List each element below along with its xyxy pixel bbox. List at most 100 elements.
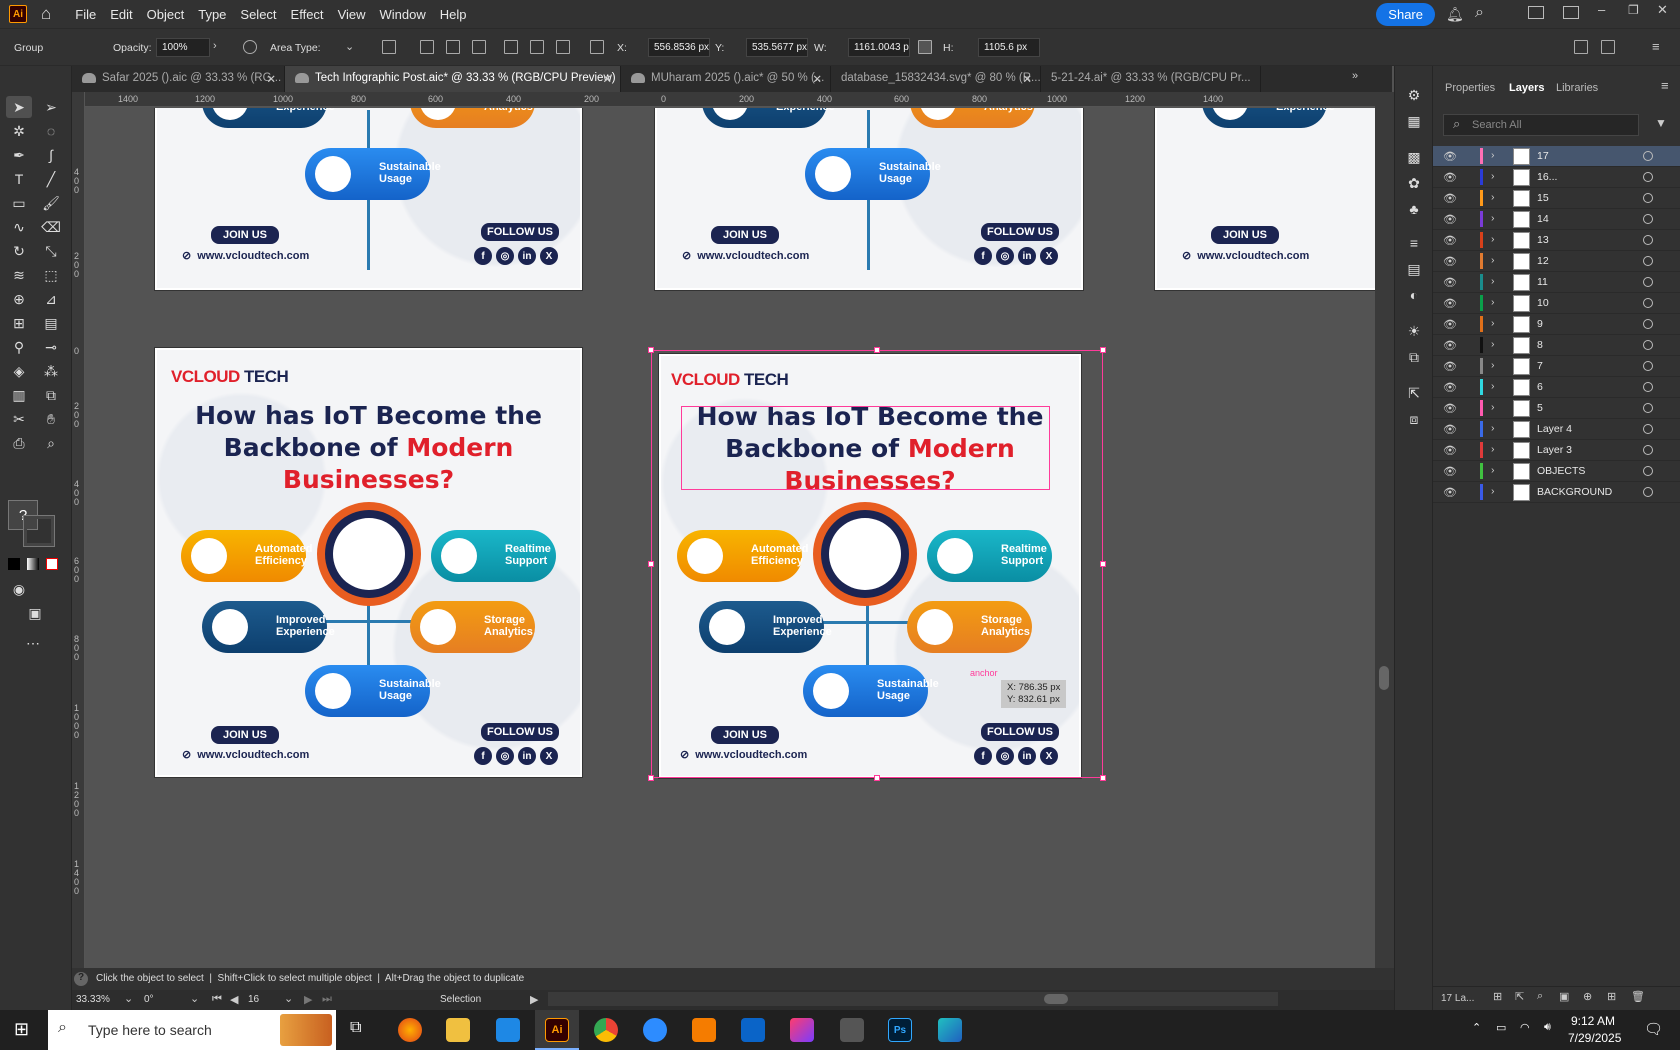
menu-object[interactable]: Object — [147, 7, 185, 22]
chevron-down-icon[interactable]: ⌄ — [190, 992, 199, 1005]
artboard-number[interactable]: 16 — [248, 994, 259, 1005]
previous-artboard-icon[interactable]: ◀ — [230, 993, 238, 1006]
slice-tool-icon[interactable]: ✂ — [6, 408, 32, 430]
volume-icon[interactable]: 🔊︎ — [1544, 1021, 1551, 1034]
hand-tool-icon[interactable]: ✋︎ — [38, 408, 64, 430]
rotate-tool-icon[interactable]: ↻ — [6, 240, 32, 262]
expand-chevron-icon[interactable]: › — [1491, 401, 1495, 413]
layer-target-icon[interactable] — [1643, 256, 1653, 266]
warp-tool-icon[interactable]: ≋ — [6, 264, 32, 286]
layer-target-icon[interactable] — [1643, 424, 1653, 434]
more-tabs-icon[interactable]: » — [1352, 70, 1358, 82]
symbols-panel-icon[interactable]: ♣ — [1401, 198, 1427, 220]
visibility-eye-icon[interactable]: 👁︎ — [1443, 171, 1457, 184]
wifi-icon[interactable]: ◠ — [1520, 1021, 1530, 1034]
layer-row[interactable]: 👁︎ › 15 — [1433, 188, 1680, 209]
next-artboard-icon[interactable]: ▶ — [304, 993, 312, 1006]
curvature-tool-icon[interactable]: ∫ — [38, 144, 64, 166]
close-tab-icon[interactable]: ✕ — [602, 72, 612, 86]
arrange-documents-icon[interactable] — [1528, 6, 1544, 19]
home-icon[interactable]: ⌂ — [41, 4, 51, 24]
eyedropper-tool-icon[interactable]: ⚲ — [6, 336, 32, 358]
reference-point-icon[interactable] — [590, 40, 604, 54]
menu-view[interactable]: View — [338, 7, 366, 22]
pen-app-icon[interactable] — [840, 1018, 864, 1042]
menu-help[interactable]: Help — [440, 7, 467, 22]
zoom-tool-icon[interactable]: ⌕ — [38, 432, 64, 454]
tab-safar-2025[interactable]: Safar 2025 ().aic @ 33.33 % (RG... ✕ — [72, 66, 285, 92]
layer-row[interactable]: 👁︎ › OBJECTS — [1433, 461, 1680, 482]
expand-chevron-icon[interactable]: › — [1491, 443, 1495, 455]
first-artboard-icon[interactable]: ⏮ — [212, 993, 222, 1006]
menu-edit[interactable]: Edit — [110, 7, 132, 22]
artboard[interactable]: Improved Experience JOIN US www.vcloudte… — [1155, 108, 1375, 290]
align-middle-icon[interactable] — [530, 40, 544, 54]
photoshop-icon[interactable]: Ps — [888, 1018, 912, 1042]
expand-chevron-icon[interactable]: › — [1491, 485, 1495, 497]
expand-chevron-icon[interactable]: › — [1491, 380, 1495, 392]
expand-chevron-icon[interactable]: › — [1491, 464, 1495, 476]
visibility-eye-icon[interactable]: 👁︎ — [1443, 150, 1457, 163]
artboard-tool-icon[interactable]: ⧉ — [38, 384, 64, 406]
lasso-tool-icon[interactable]: ◌ — [38, 120, 64, 142]
gradient-tool-icon[interactable]: ▤ — [38, 312, 64, 334]
app-icon[interactable] — [938, 1018, 962, 1042]
scale-tool-icon[interactable]: ⤡ — [38, 240, 64, 262]
panel-options-icon[interactable] — [1601, 40, 1615, 54]
text-frame-bounding-box[interactable] — [681, 406, 1050, 490]
tab-muharam-2025[interactable]: MUharam 2025 ().aic* @ 50 % (... ✕ — [621, 66, 831, 92]
clock-date[interactable]: 7/29/2025 — [1568, 1031, 1621, 1045]
clipping-mask-icon[interactable]: ▣ — [1559, 990, 1569, 1003]
brushes-panel-icon[interactable]: ✿ — [1401, 172, 1427, 194]
layer-row[interactable]: 👁︎ › 16... — [1433, 167, 1680, 188]
search-icon[interactable]: ⌕ — [1475, 4, 1484, 22]
resize-handle[interactable] — [1100, 561, 1106, 567]
selection-tool-icon[interactable]: ➤ — [6, 96, 32, 118]
visibility-eye-icon[interactable]: 👁︎ — [1443, 381, 1457, 394]
expand-chevron-icon[interactable]: › — [1491, 254, 1495, 266]
pen-tool-icon[interactable]: ✒ — [6, 144, 32, 166]
new-layer-icon[interactable]: ⊞ — [1607, 990, 1616, 1003]
align-left-icon[interactable] — [420, 40, 434, 54]
layer-target-icon[interactable] — [1643, 382, 1653, 392]
layer-target-icon[interactable] — [1643, 466, 1653, 476]
layer-target-icon[interactable] — [1643, 487, 1653, 497]
chevron-down-icon[interactable]: ⌄ — [345, 40, 354, 53]
layer-target-icon[interactable] — [1643, 172, 1653, 182]
creative-cloud-icon[interactable] — [790, 1018, 814, 1042]
stroke-panel-icon[interactable]: ≡ — [1401, 232, 1427, 254]
align-top-icon[interactable] — [504, 40, 518, 54]
visibility-eye-icon[interactable]: 👁︎ — [1443, 465, 1457, 478]
expand-chevron-icon[interactable]: › — [1491, 170, 1495, 182]
magic-wand-tool-icon[interactable]: ✲ — [6, 120, 32, 142]
expand-chevron-icon[interactable]: › — [1491, 275, 1495, 287]
artboard[interactable]: Improved Experience Storage Analytics Su… — [655, 108, 1083, 290]
workspace-icon[interactable] — [1563, 6, 1579, 19]
expand-chevron-icon[interactable]: › — [1491, 212, 1495, 224]
delete-layer-icon[interactable]: 🗑︎ — [1631, 990, 1645, 1003]
artboards-panel-icon[interactable]: ⧈ — [1401, 408, 1427, 430]
menu-icon[interactable]: ≡ — [1652, 39, 1660, 54]
visibility-eye-icon[interactable]: 👁︎ — [1443, 339, 1457, 352]
task-view-icon[interactable]: ⧉ — [350, 1019, 361, 1037]
expand-chevron-icon[interactable]: › — [1491, 191, 1495, 203]
expand-chevron-icon[interactable]: › — [1491, 359, 1495, 371]
width-field[interactable]: 1161.0043 p — [848, 38, 910, 57]
zoom-level[interactable]: 33.33% — [76, 994, 110, 1005]
filter-icon[interactable]: ▼ — [1655, 116, 1667, 130]
swatches-panel-icon[interactable]: ▩ — [1401, 146, 1427, 168]
artboard[interactable]: VCLOUD TECH How has IoT Become the Backb… — [155, 348, 582, 777]
recolor-icon[interactable] — [243, 40, 257, 54]
expand-chevron-icon[interactable]: › — [1491, 149, 1495, 161]
share-button[interactable]: Share — [1376, 3, 1435, 26]
expand-chevron-icon[interactable]: › — [1491, 422, 1495, 434]
eraser-tool-icon[interactable]: ⌫ — [38, 216, 64, 238]
tab-libraries[interactable]: Libraries — [1556, 82, 1598, 94]
layer-row[interactable]: 👁︎ › 14 — [1433, 209, 1680, 230]
layer-row[interactable]: 👁︎ › BACKGROUND — [1433, 482, 1680, 503]
height-field[interactable]: 1105.6 px — [978, 38, 1040, 57]
layer-row[interactable]: 👁︎ › 5 — [1433, 398, 1680, 419]
draw-mode-icon[interactable]: ◉ — [6, 578, 32, 600]
close-tab-icon[interactable]: ✕ — [266, 72, 276, 86]
direct-selection-tool-icon[interactable]: ➢ — [38, 96, 64, 118]
